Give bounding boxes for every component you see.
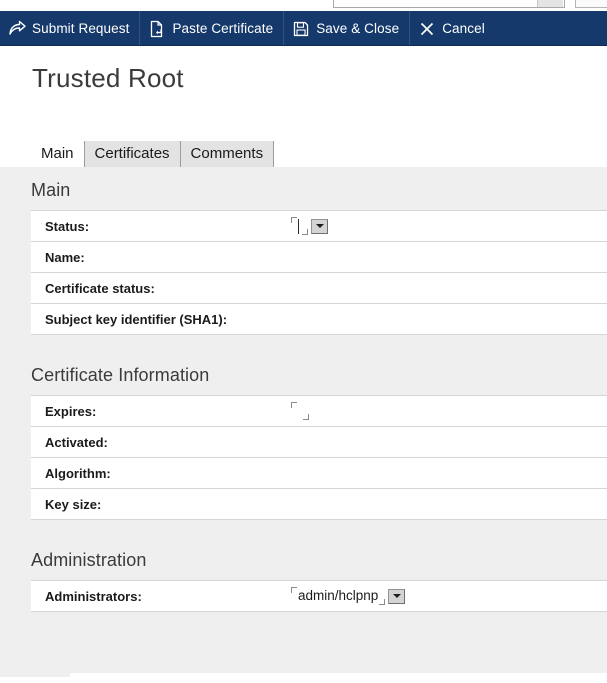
form-value-status[interactable]: [291, 217, 328, 235]
administrators-dropdown-button[interactable]: [388, 588, 406, 604]
form-label-certificate-status: Certificate status:: [45, 280, 155, 296]
save-disk-icon: [292, 20, 309, 37]
form-label-expires: Expires:: [45, 403, 97, 419]
form-label-status: Status:: [45, 218, 90, 234]
search-input-button[interactable]: [537, 0, 563, 7]
chevron-down-icon: [392, 594, 401, 598]
form-label-algorithm: Algorithm:: [45, 465, 111, 481]
field-text-administrators: admin/hclpnp: [298, 588, 379, 603]
notes-field-status[interactable]: [291, 217, 328, 235]
paste-certificate-icon: [148, 20, 165, 38]
section-administration: Administration Administrators: admin/hcl…: [0, 550, 607, 612]
form-content: Main Status: Name: Certificate status: S…: [0, 167, 607, 673]
form-label-name: Name:: [45, 249, 85, 265]
action-cancel-label: Cancel: [442, 21, 485, 36]
form-label-key-size: Key size:: [45, 496, 102, 512]
section-certificate-information: Certificate Information Expires: Activat…: [0, 365, 607, 520]
notes-field-expires[interactable]: [291, 402, 309, 420]
form-row-key-size: Key size:: [31, 489, 607, 520]
form-row-name: Name:: [31, 242, 607, 273]
form-row-status: Status:: [31, 211, 607, 242]
form-row-expires: Expires:: [31, 396, 607, 427]
action-save-and-close[interactable]: Save & Close: [284, 11, 409, 46]
form-row-administrators: Administrators: admin/hclpnp: [31, 581, 607, 612]
form-row-activated: Activated:: [31, 427, 607, 458]
chevron-down-icon: [315, 224, 324, 228]
action-submit-request[interactable]: Submit Request: [0, 11, 139, 46]
bottom-edge-left-block: [0, 673, 70, 677]
action-submit-request-label: Submit Request: [32, 21, 130, 36]
tab-bar: Main Certificates Comments: [31, 140, 275, 167]
form-label-activated: Activated:: [45, 434, 108, 450]
action-paste-certificate[interactable]: Paste Certificate: [140, 11, 283, 46]
section-main: Main Status: Name: Certificate status: S…: [0, 180, 607, 335]
section-certificate-information-rows: Expires: Activated: Algorithm: Key size:: [31, 395, 607, 520]
close-x-icon: [418, 20, 435, 37]
action-paste-certificate-label: Paste Certificate: [172, 21, 274, 36]
section-administration-rows: Administrators: admin/hclpnp: [31, 580, 607, 612]
form-label-subject-key-identifier: Subject key identifier (SHA1):: [45, 311, 228, 327]
field-corner-top-left-icon: [291, 402, 297, 408]
page-title: Trusted Root: [32, 63, 184, 93]
section-administration-title: Administration: [31, 550, 147, 570]
form-row-algorithm: Algorithm:: [31, 458, 607, 489]
field-corner-bottom-right-icon: [303, 414, 309, 420]
action-save-and-close-label: Save & Close: [316, 21, 400, 36]
bottom-edge-strip: [0, 673, 607, 683]
action-cancel[interactable]: Cancel: [410, 11, 495, 46]
tab-certificates[interactable]: Certificates: [84, 141, 181, 167]
form-label-administrators: Administrators:: [45, 588, 142, 604]
action-bar: Submit Request Paste Certificate Save & …: [0, 11, 607, 46]
text-caret: [298, 218, 299, 234]
tab-comments[interactable]: Comments: [180, 141, 275, 167]
top-chrome-strip: [0, 0, 607, 11]
section-certificate-information-title: Certificate Information: [31, 365, 210, 385]
forward-arrow-icon: [8, 20, 26, 37]
search-input[interactable]: [333, 0, 565, 8]
form-value-administrators[interactable]: admin/hclpnp: [291, 587, 406, 605]
section-main-rows: Status: Name: Certificate status: Subjec…: [31, 210, 607, 335]
status-dropdown-button[interactable]: [311, 218, 328, 234]
tab-main[interactable]: Main: [31, 141, 85, 167]
field-corner-top-left-icon: [291, 217, 297, 223]
form-value-expires[interactable]: [291, 402, 309, 420]
notes-field-administrators[interactable]: admin/hclpnp: [291, 587, 406, 605]
toolbar-button-partial[interactable]: [575, 0, 607, 8]
section-main-title: Main: [31, 180, 71, 200]
form-row-subject-key-identifier: Subject key identifier (SHA1):: [31, 304, 607, 335]
field-corner-bottom-right-icon: [302, 229, 308, 235]
form-row-certificate-status: Certificate status:: [31, 273, 607, 304]
field-corner-bottom-right-icon: [379, 599, 386, 605]
